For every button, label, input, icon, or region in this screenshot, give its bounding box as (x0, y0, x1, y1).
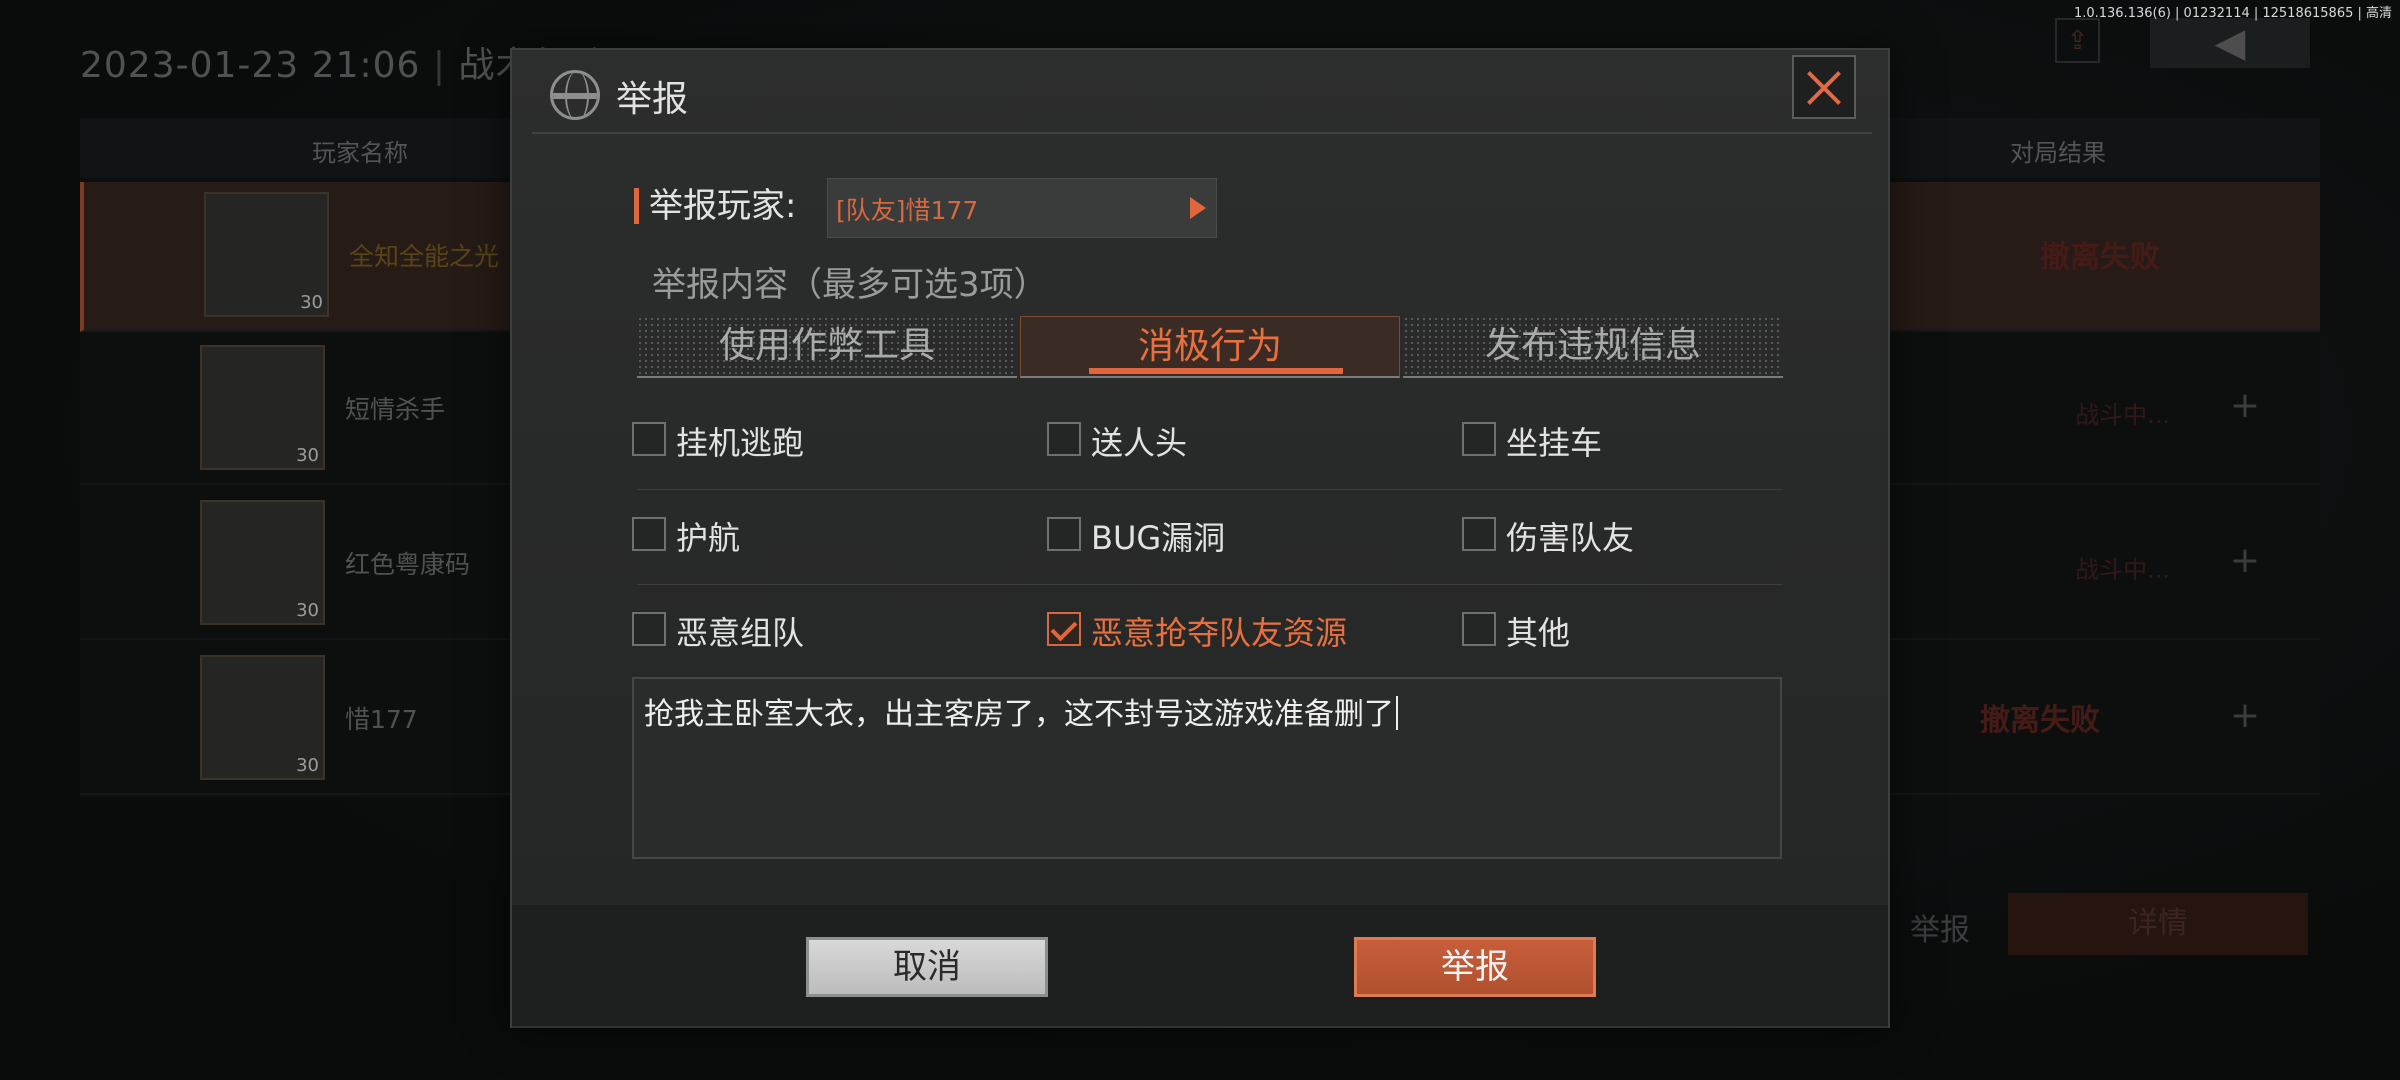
report-player-value: [队友]惜177 (836, 196, 979, 225)
play-arrow-icon (1190, 197, 1206, 219)
checkbox[interactable] (632, 612, 666, 646)
cancel-button[interactable]: 取消 (806, 937, 1048, 997)
dialog-header: 举报 (532, 50, 1872, 134)
option-label: 恶意组队 (676, 614, 805, 652)
tab-negative-behavior[interactable]: 消极行为 (1020, 316, 1400, 378)
globe-icon (550, 70, 600, 120)
option-label: 护航 (676, 519, 741, 557)
tab-label: 发布违规信息 (1484, 325, 1701, 366)
report-dialog: 举报 举报玩家: [队友]惜177 举报内容（最多可选3项） 使用作弊工具 消极… (510, 48, 1890, 1028)
option-label: 送人头 (1091, 424, 1188, 462)
option-label: 恶意抢夺队友资源 (1091, 614, 1348, 652)
checkbox-checked[interactable] (1047, 612, 1081, 646)
reason-text: 抢我主卧室大衣，出主客房了，这不封号这游戏准备删了 (644, 697, 1394, 732)
version-info: 1.0.136.136(6) | 01232114 | 12518615865 … (2073, 6, 2392, 21)
tab-label: 消极行为 (1137, 326, 1282, 367)
option-label: 其他 (1506, 614, 1571, 652)
divider (637, 584, 1783, 585)
option-label: 坐挂车 (1506, 424, 1603, 462)
option-label: BUG漏洞 (1091, 519, 1226, 557)
report-player-select[interactable]: [队友]惜177 (827, 178, 1217, 238)
checkbox[interactable] (1462, 422, 1496, 456)
reason-text-wrap: 抢我主卧室大衣，出主客房了，这不封号这游戏准备删了 (644, 689, 1398, 733)
option-label: 伤害队友 (1506, 519, 1635, 557)
tab-cheating-tools[interactable]: 使用作弊工具 (637, 316, 1017, 378)
text-caret (1396, 696, 1398, 730)
report-player-label: 举报玩家: (634, 188, 796, 224)
checkbox[interactable] (1462, 612, 1496, 646)
divider (637, 489, 1783, 490)
report-category-tabs: 使用作弊工具 消极行为 发布违规信息 (637, 316, 1783, 378)
checkbox[interactable] (1462, 517, 1496, 551)
dialog-title: 举报 (616, 79, 689, 120)
active-tab-indicator (1089, 368, 1343, 374)
close-button[interactable] (1792, 55, 1856, 119)
checkbox[interactable] (632, 517, 666, 551)
tab-illegal-info[interactable]: 发布违规信息 (1403, 316, 1783, 378)
option-label: 挂机逃跑 (676, 424, 805, 462)
tab-label: 使用作弊工具 (718, 325, 935, 366)
checkbox[interactable] (1047, 517, 1081, 551)
checkbox[interactable] (1047, 422, 1081, 456)
checkbox[interactable] (632, 422, 666, 456)
submit-report-button[interactable]: 举报 (1354, 937, 1596, 997)
report-content-label: 举报内容（最多可选3项） (652, 265, 1048, 305)
report-reason-textarea[interactable]: 抢我主卧室大衣，出主客房了，这不封号这游戏准备删了 (632, 677, 1782, 859)
